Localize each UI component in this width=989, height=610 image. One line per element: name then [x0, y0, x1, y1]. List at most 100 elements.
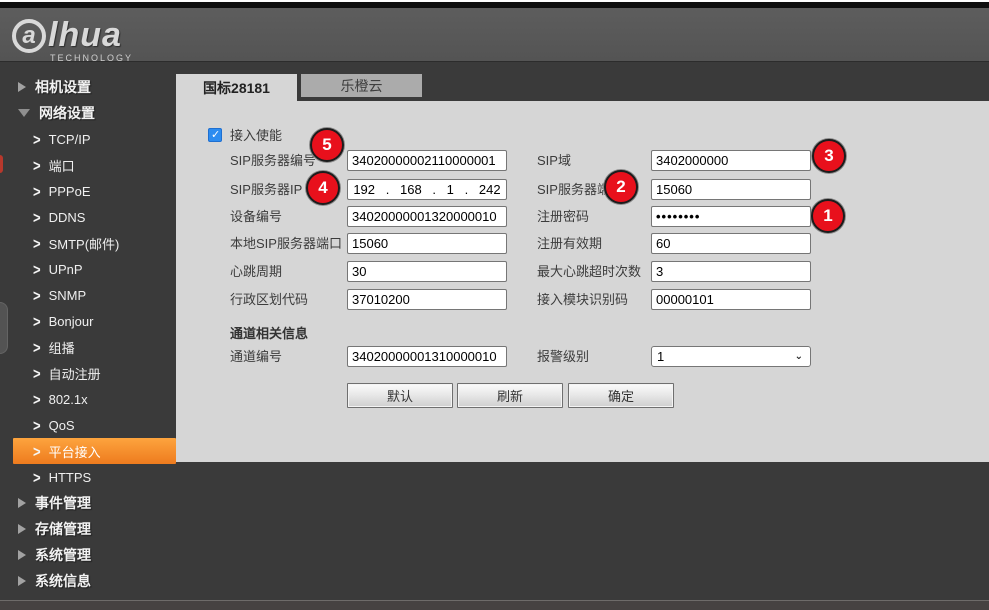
register-valid-period-label: 注册有效期 [537, 233, 602, 254]
callout-badge-3: 3 [812, 139, 846, 173]
ip-octet-4: 242 [479, 182, 501, 197]
access-module-id-label: 接入模块识别码 [537, 289, 628, 310]
chevron-right-icon: > [33, 312, 41, 330]
triangle-right-icon [18, 550, 26, 560]
tab-gb28181[interactable]: 国标28181 [176, 74, 297, 101]
sidebar-sub-label: PPPoE [49, 184, 91, 199]
local-sip-port-input[interactable] [347, 233, 507, 254]
enable-access-checkbox[interactable] [208, 128, 222, 142]
sidebar-item-tcpip[interactable]: >TCP/IP [0, 126, 176, 152]
alarm-level-select[interactable]: 1 ⌄ [651, 346, 811, 367]
callout-badge-4: 4 [306, 171, 340, 205]
sidebar-item-snmp[interactable]: > SNMP [0, 282, 176, 308]
channel-id-input[interactable] [347, 346, 507, 367]
ip-octet-3: 1 [447, 182, 454, 197]
sip-server-ip-input[interactable]: 192 . 168 . 1 . 242 [347, 179, 507, 200]
admin-region-code-input[interactable] [347, 289, 507, 310]
access-module-id-input[interactable] [651, 289, 811, 310]
sidebar-item-multicast[interactable]: > 组播 [0, 334, 176, 360]
sip-domain-label: SIP域 [537, 150, 571, 171]
alarm-level-label: 报警级别 [537, 346, 589, 367]
sidebar-sub-label: Bonjour [49, 314, 94, 329]
chevron-right-icon: > [33, 208, 41, 226]
ip-dot: . [386, 182, 390, 197]
chevron-right-icon: > [33, 390, 41, 408]
chevron-right-icon: > [33, 182, 41, 200]
sidebar-item-system-management[interactable]: 系统管理 [0, 542, 176, 568]
callout-badge-1: 1 [811, 199, 845, 233]
sidebar-item-bonjour[interactable]: > Bonjour [0, 308, 176, 334]
channel-id-label: 通道编号 [230, 346, 282, 367]
max-heartbeat-timeout-input[interactable] [651, 261, 811, 282]
sidebar-item-system-info[interactable]: 系统信息 [0, 568, 176, 594]
sidebar-item-ddns[interactable]: > DDNS [0, 204, 176, 230]
sidebar-item-smtp[interactable]: >SMTP(邮件) [0, 230, 176, 256]
register-valid-period-input[interactable] [651, 233, 811, 254]
ip-dot: . [432, 182, 436, 197]
chevron-right-icon: > [33, 338, 41, 356]
sidebar-collapse-handle[interactable] [0, 302, 8, 354]
sidebar-sub-label: 组播 [49, 338, 75, 357]
sidebar-item-8021x[interactable]: >802.1x [0, 386, 176, 412]
admin-region-code-label: 行政区划代码 [230, 289, 308, 310]
sidebar-group-label: 存储管理 [35, 519, 91, 539]
tab-lechange[interactable]: 乐橙云 [301, 74, 422, 97]
chevron-right-icon: > [33, 130, 41, 148]
sidebar-item-pppoe[interactable]: > PPPoE [0, 178, 176, 204]
sidebar-group-label: 系统管理 [35, 545, 91, 565]
heartbeat-cycle-input[interactable] [347, 261, 507, 282]
sip-server-ip-label: SIP服务器IP [230, 179, 302, 200]
sidebar-item-platform-access-active[interactable]: >平台接入 [13, 438, 176, 464]
sidebar-item-event-management[interactable]: 事件管理 [0, 490, 176, 516]
sidebar-group-label: 网络设置 [39, 103, 95, 123]
triangle-right-icon [18, 82, 26, 92]
device-id-input[interactable] [347, 206, 507, 227]
callout-badge-2: 2 [604, 170, 638, 204]
sidebar-item-qos[interactable]: >QoS [0, 412, 176, 438]
device-id-label: 设备编号 [230, 206, 282, 227]
local-sip-port-label: 本地SIP服务器端口 [230, 233, 342, 254]
chevron-right-icon: > [33, 234, 41, 252]
sidebar-item-network-settings[interactable]: 网络设置 [0, 100, 176, 126]
sidebar-sub-label: 自动注册 [49, 364, 101, 383]
alarm-level-value: 1 [657, 349, 664, 364]
sidebar: 相机设置 网络设置 >TCP/IP > 端口 > PPPoE > DDNS >SMTP… [0, 62, 176, 600]
sidebar-group-label: 系统信息 [35, 571, 91, 591]
chevron-down-icon: ⌄ [795, 351, 803, 362]
triangle-right-icon [18, 524, 26, 534]
sidebar-sub-label: 端口 [49, 156, 75, 175]
chevron-right-icon: > [33, 156, 41, 174]
chevron-right-icon: > [33, 260, 41, 278]
sidebar-sub-label: HTTPS [49, 470, 92, 485]
sip-server-port-input[interactable] [651, 179, 811, 200]
sidebar-sub-label: 802.1x [49, 392, 88, 407]
refresh-button[interactable]: 刷新 [457, 383, 563, 408]
register-password-input[interactable] [651, 206, 811, 227]
sidebar-sub-label: QoS [49, 418, 75, 433]
notification-notch [0, 155, 3, 173]
confirm-button[interactable]: 确定 [568, 383, 674, 408]
default-button[interactable]: 默认 [347, 383, 453, 408]
sidebar-item-camera-settings[interactable]: 相机设置 [0, 74, 176, 100]
ip-dot: . [465, 182, 469, 197]
register-password-label: 注册密码 [537, 206, 589, 227]
chevron-right-icon: > [33, 364, 41, 382]
footer-bar [0, 600, 989, 610]
chevron-right-icon: > [33, 286, 41, 304]
enable-access-label: 接入使能 [230, 125, 282, 144]
dahua-logo: a lhua TECHNOLOGY [12, 16, 133, 63]
sidebar-item-port[interactable]: > 端口 [0, 152, 176, 178]
sidebar-item-storage-management[interactable]: 存储管理 [0, 516, 176, 542]
sidebar-group-label: 相机设置 [35, 77, 91, 97]
sidebar-item-upnp[interactable]: > UPnP [0, 256, 176, 282]
sidebar-item-https[interactable]: >HTTPS [0, 464, 176, 490]
sidebar-sub-label: 平台接入 [49, 442, 101, 461]
sip-server-id-input[interactable] [347, 150, 507, 171]
triangle-down-icon [18, 109, 30, 117]
max-heartbeat-timeout-label: 最大心跳超时次数 [537, 261, 641, 282]
sidebar-sub-label: UPnP [49, 262, 83, 277]
sidebar-item-auto-register[interactable]: > 自动注册 [0, 360, 176, 386]
sidebar-sub-label: SNMP [49, 288, 87, 303]
sip-domain-input[interactable] [651, 150, 811, 171]
sidebar-sub-label: DDNS [49, 210, 86, 225]
